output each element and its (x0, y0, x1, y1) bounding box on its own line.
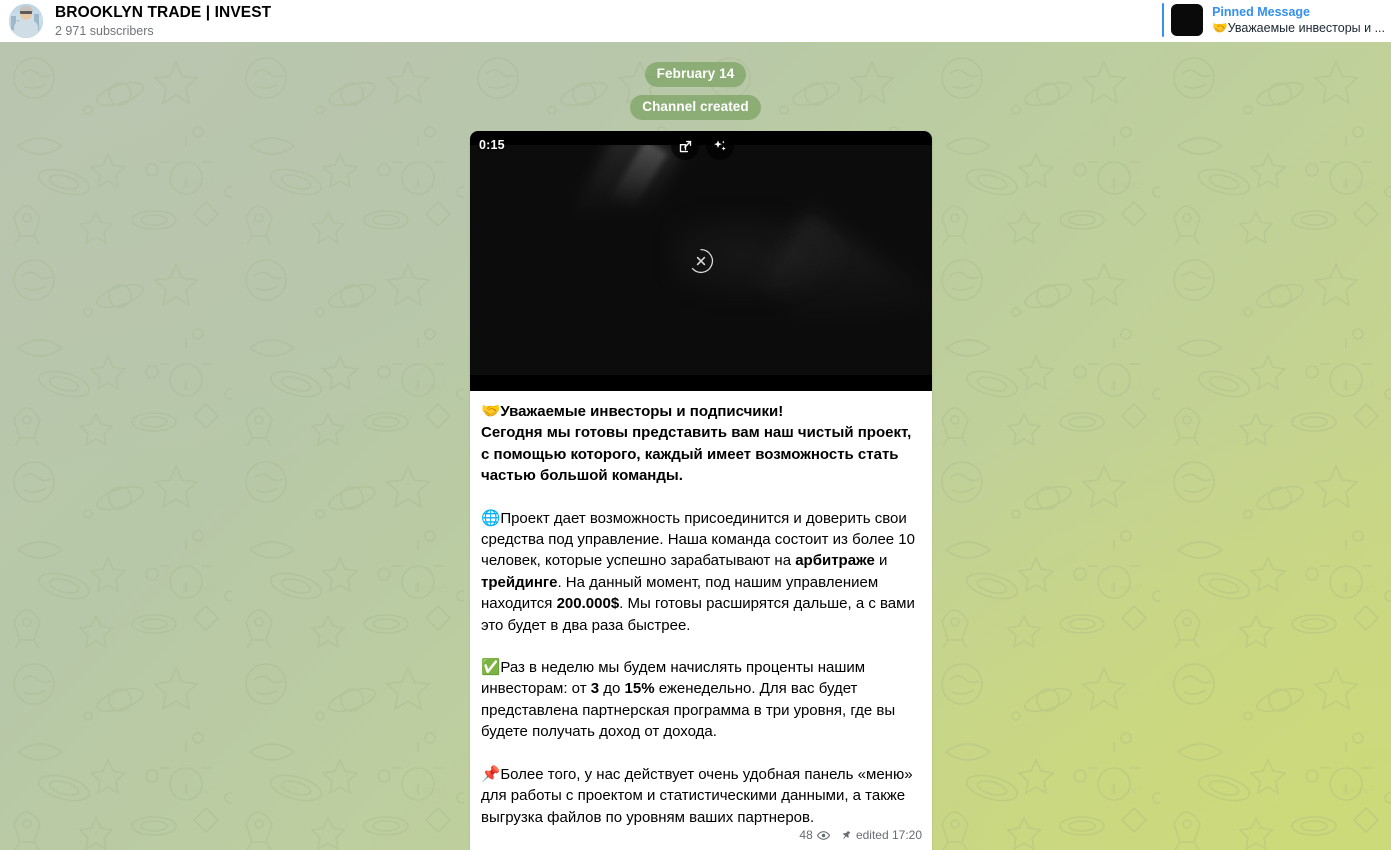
edited-timestamp: edited 17:20 (855, 828, 922, 842)
p4-run-1: Более того, у нас действует очень удобна… (481, 765, 913, 826)
paragraph-1: 🤝Уважаемые инвесторы и подписчики! Сегод… (481, 401, 921, 487)
channel-title[interactable]: BROOKLYN TRADE | INVEST (55, 3, 271, 22)
video-duration: 0:15 (479, 138, 505, 152)
paragraph-1-line-1: Уважаемые инвесторы и подписчики! (500, 403, 784, 420)
chat-background: E=mc² February 14 Channel created 0:15 (0, 42, 1391, 850)
paragraph-2: 🌐Проект дает возможность присоединится и… (481, 508, 921, 636)
date-badge[interactable]: February 14 (644, 62, 747, 87)
header-titles: BROOKLYN TRADE | INVEST 2 971 subscriber… (55, 3, 271, 39)
cancel-download-icon[interactable] (687, 247, 715, 275)
share-external-icon[interactable] (671, 132, 699, 160)
video-action-buttons (671, 132, 734, 160)
video-attachment[interactable]: 0:15 (470, 131, 932, 391)
message-bubble[interactable]: 0:15 🤝Уважаемые инвесторы и подписчики! … (470, 131, 932, 850)
p3-bold-max: 15% (624, 680, 655, 698)
subscriber-count: 2 971 subscribers (55, 24, 154, 38)
avatar[interactable] (9, 4, 43, 38)
pushpin-emoji: 📌 (481, 765, 501, 783)
p3-run-3: до (599, 680, 625, 698)
paragraph-3: ✅Раз в неделю мы будем начислять процент… (481, 657, 921, 743)
message-meta: 48 edited 17:20 (794, 827, 924, 844)
pinned-message-banner[interactable]: Pinned Message 🤝Уважаемые инвесторы и ..… (1162, 3, 1385, 37)
pinned-preview-text: 🤝Уважаемые инвесторы и ... (1212, 20, 1385, 35)
pinned-thumbnail (1171, 4, 1204, 36)
p2-bold-trading: трейдинге (481, 573, 558, 591)
pinned-texts: Pinned Message 🤝Уважаемые инвесторы и ..… (1212, 4, 1385, 37)
p3-bold-min: 3 (590, 680, 600, 698)
p2-bold-amount: 200.000$ (556, 595, 620, 613)
paragraph-4: 📌Более того, у нас действует очень удобн… (481, 764, 921, 828)
pinned-label: Pinned Message (1212, 4, 1311, 19)
pinned-accent-bar (1162, 3, 1165, 37)
eye-icon (816, 831, 830, 840)
view-count: 48 (799, 828, 813, 842)
check-mark-emoji: ✅ (481, 659, 501, 677)
avatar-sunglasses (20, 11, 32, 14)
p2-bold-arbitrage: арбитраже (795, 552, 875, 570)
channel-header: BROOKLYN TRADE | INVEST 2 971 subscriber… (0, 0, 1391, 42)
service-messages: February 14 Channel created (0, 62, 1391, 120)
avatar-body (14, 20, 38, 38)
globe-emoji: 🌐 (481, 509, 501, 527)
handshake-emoji: 🤝 (481, 403, 501, 420)
pin-icon (842, 830, 851, 839)
paragraph-1-line-2: Сегодня мы готовы представить вам наш чи… (481, 424, 912, 485)
channel-created-badge: Channel created (630, 95, 761, 120)
p2-run-3: и (874, 552, 888, 570)
sparkles-icon[interactable] (706, 132, 734, 160)
message-text: 🤝Уважаемые инвесторы и подписчики! Сегод… (470, 391, 932, 828)
